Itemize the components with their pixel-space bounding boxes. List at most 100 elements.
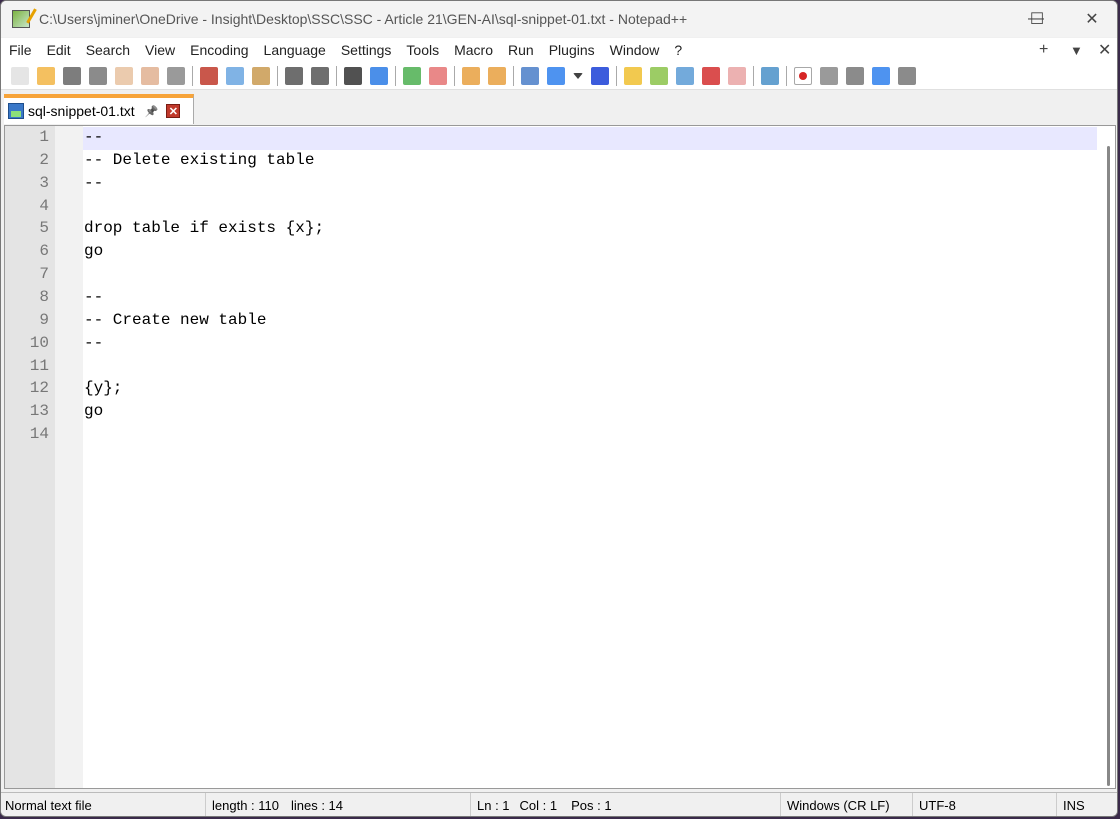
status-file-type: Normal text file (1, 793, 206, 816)
zoom-in-icon[interactable] (403, 66, 421, 85)
code-line[interactable]: -- (84, 286, 103, 309)
menu-language[interactable]: Language (256, 42, 333, 58)
open-file-icon[interactable] (37, 66, 55, 85)
tab-bar: sql-snippet-01.txt 📌 ✕ (1, 91, 1117, 124)
save-all-icon[interactable] (89, 66, 107, 85)
folder-workspace-icon[interactable] (728, 66, 746, 85)
line-number: 5 (39, 219, 49, 238)
line-number: 12 (29, 379, 49, 398)
tab-sql-snippet-01[interactable]: sql-snippet-01.txt 📌 ✕ (4, 94, 194, 124)
scrollbar-thumb[interactable] (1107, 146, 1110, 786)
document-map-icon[interactable] (650, 66, 668, 85)
stop-macro-icon[interactable] (820, 66, 838, 85)
tab-list-button[interactable]: ▼ (1070, 38, 1083, 62)
redo-icon[interactable] (311, 66, 329, 85)
code-line[interactable]: go (84, 240, 103, 263)
close-tab-button[interactable]: ✕ (1098, 38, 1111, 62)
run-macro-multiple-icon[interactable] (872, 66, 890, 85)
toolbar (1, 62, 1117, 90)
status-insert-mode[interactable]: INS (1057, 793, 1097, 816)
window-title: C:\Users\jminer\OneDrive - Insight\Deskt… (39, 11, 688, 27)
status-encoding[interactable]: UTF-8 (913, 793, 1057, 816)
line-number: 10 (29, 333, 49, 352)
cut-icon[interactable] (200, 66, 218, 85)
find-icon[interactable] (344, 66, 362, 85)
word-wrap-icon[interactable] (521, 66, 539, 85)
function-list-icon[interactable] (702, 66, 720, 85)
code-line[interactable]: go (84, 400, 103, 423)
play-macro-icon[interactable] (846, 66, 864, 85)
print-icon[interactable] (167, 66, 185, 85)
tab-label: sql-snippet-01.txt (28, 103, 135, 119)
save-icon[interactable] (63, 66, 81, 85)
document-list-icon[interactable] (676, 66, 694, 85)
status-length: length : 110 (212, 798, 279, 813)
sync-vertical-icon[interactable] (462, 66, 480, 85)
line-number: 2 (39, 150, 49, 169)
menu-help[interactable]: ? (666, 42, 689, 58)
menu-search[interactable]: Search (78, 42, 137, 58)
code-line[interactable]: -- (84, 126, 103, 149)
save-macro-icon[interactable] (898, 66, 916, 85)
new-file-icon[interactable] (11, 66, 29, 85)
status-length-lines: length : 110 lines : 14 (206, 793, 471, 816)
status-position: Ln : 1 Col : 1 Pos : 1 (471, 793, 781, 816)
line-number: 9 (39, 310, 49, 329)
maximize-button[interactable]: ☐ (1014, 1, 1060, 37)
replace-icon[interactable] (370, 66, 388, 85)
menu-settings[interactable]: Settings (333, 42, 399, 58)
text-editor[interactable]: 1 -- 2 -- Delete existing table 3 -- 4 5 drop ta… (4, 125, 1116, 789)
close-file-icon[interactable] (115, 66, 133, 85)
menu-file[interactable]: File (1, 42, 39, 58)
code-line[interactable]: -- (84, 332, 103, 355)
vertical-scrollbar[interactable] (1097, 126, 1115, 788)
status-eol[interactable]: Windows (CR LF) (781, 793, 913, 816)
user-language-icon[interactable] (624, 66, 642, 85)
line-number: 6 (39, 242, 49, 261)
code-line[interactable]: {y}; (84, 377, 122, 400)
menu-tools[interactable]: Tools (398, 42, 446, 58)
status-bar: Normal text file length : 110 lines : 14 … (1, 792, 1117, 816)
fold-margin[interactable] (55, 126, 83, 788)
title-bar: C:\Users\jminer\OneDrive - Insight\Deskt… (1, 1, 1117, 37)
close-tab-icon[interactable]: ✕ (166, 104, 181, 118)
line-number: 14 (29, 425, 49, 444)
status-pos: Pos : 1 (571, 798, 612, 813)
zoom-out-icon[interactable] (429, 66, 447, 85)
close-window-button[interactable]: ✕ (1069, 1, 1115, 37)
toolbar-separator (192, 65, 193, 86)
toolbar-separator (753, 65, 754, 86)
status-col: Col : 1 (519, 798, 558, 813)
new-tab-button[interactable]: + (1039, 38, 1048, 62)
code-line[interactable]: -- Delete existing table (84, 149, 314, 172)
record-macro-icon[interactable] (794, 66, 812, 85)
menu-macro[interactable]: Macro (446, 42, 500, 58)
menu-plugins[interactable]: Plugins (541, 42, 602, 58)
line-number: 4 (39, 196, 49, 215)
menu-edit[interactable]: Edit (39, 42, 78, 58)
menu-window[interactable]: Window (602, 42, 667, 58)
toolbar-separator (616, 65, 617, 86)
code-line[interactable]: drop table if exists {x}; (84, 217, 324, 240)
pin-icon[interactable]: 📌 (145, 105, 159, 118)
indent-guide-icon[interactable] (591, 66, 609, 85)
dropdown-arrow-icon[interactable] (573, 72, 583, 79)
notepadpp-logo-icon (12, 10, 30, 28)
code-line[interactable]: -- Create new table (84, 309, 266, 332)
menu-encoding[interactable]: Encoding (182, 42, 255, 58)
copy-icon[interactable] (226, 66, 244, 85)
code-line[interactable]: -- (84, 172, 103, 195)
sync-horizontal-icon[interactable] (488, 66, 506, 85)
monitoring-icon[interactable] (761, 66, 779, 85)
toolbar-separator (277, 65, 278, 86)
status-lines: lines : 14 (290, 798, 344, 813)
paste-icon[interactable] (252, 66, 270, 85)
menu-view[interactable]: View (137, 42, 182, 58)
menu-run[interactable]: Run (500, 42, 541, 58)
line-number: 1 (39, 128, 49, 146)
toolbar-separator (336, 65, 337, 86)
toolbar-separator (454, 65, 455, 86)
close-all-icon[interactable] (141, 66, 159, 85)
undo-icon[interactable] (285, 66, 303, 85)
show-all-chars-icon[interactable] (547, 66, 565, 85)
